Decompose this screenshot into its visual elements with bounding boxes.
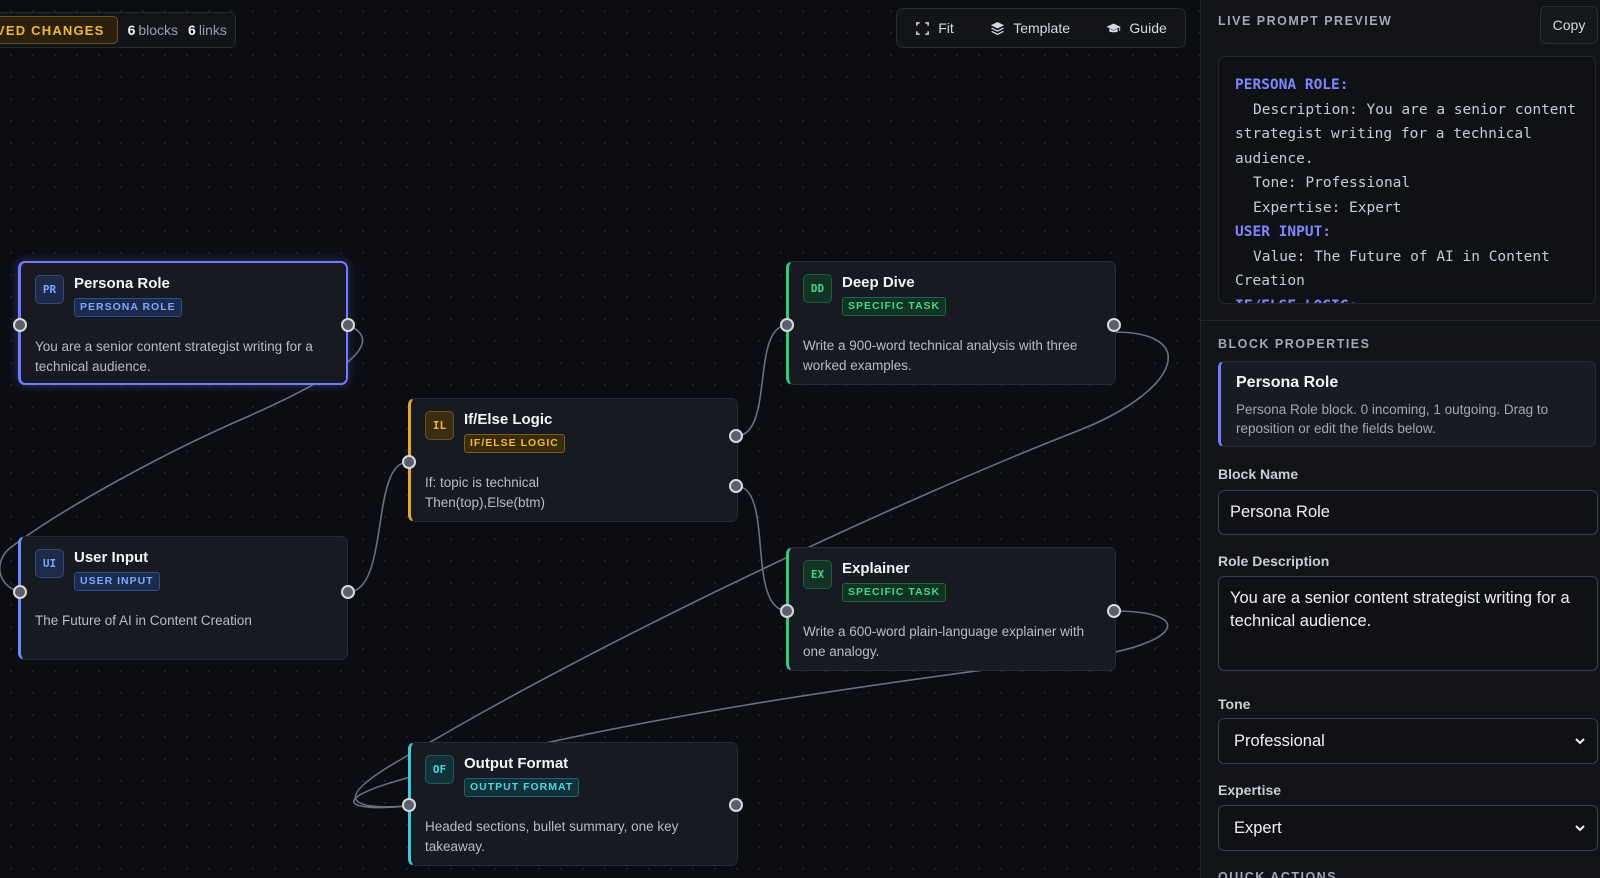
node-abbr-badge: EX (803, 560, 832, 589)
persona-input-port[interactable] (13, 318, 27, 332)
preview-user-value: Value: The Future of AI in Content Creat… (1235, 248, 1550, 290)
tone-label: Tone (1218, 696, 1251, 712)
node-description: Write a 600-word plain-language explaine… (803, 624, 1085, 659)
quick-actions-title: QUICK ACTIONS (1218, 870, 1338, 878)
branch-line: Then(top),Else(btm) (425, 495, 546, 510)
graduation-cap-icon (1106, 23, 1122, 32)
node-title: Deep Dive (842, 274, 915, 291)
links-count: 6 links (188, 22, 227, 38)
live-prompt-preview-title: LIVE PROMPT PREVIEW (1218, 14, 1393, 28)
selected-block-info: Persona Role Persona Role block. 0 incom… (1218, 361, 1596, 447)
right-panel: LIVE PROMPT PREVIEW PERSONA ROLE: Descri… (1200, 0, 1600, 878)
user-input-input-port[interactable] (13, 585, 27, 599)
guide-button[interactable]: Guide (1106, 20, 1167, 36)
node-abbr-badge: UI (35, 549, 64, 578)
node-title: User Input (74, 549, 149, 566)
fit-label: Fit (938, 20, 954, 36)
chevron-down-icon (1575, 738, 1585, 745)
chevron-down-icon (1575, 825, 1585, 832)
wire-user-to-ifelse (347, 461, 409, 593)
node-user-input[interactable]: UI User Input USER INPUT The Future of A… (18, 536, 348, 660)
tone-select[interactable]: Professional (1218, 718, 1598, 764)
blocks-count: 6 blocks (127, 22, 179, 38)
node-type-tag: USER INPUT (74, 572, 160, 591)
copy-button[interactable]: Copy (1540, 6, 1598, 44)
deepdive-input-port[interactable] (780, 318, 794, 332)
preview-persona-tone: Tone: Professional (1253, 175, 1411, 191)
unsaved-changes-badge[interactable]: VED CHANGES (0, 16, 118, 44)
node-title: Persona Role (74, 275, 170, 292)
wire-ifelse-to-deepdive (735, 324, 789, 437)
node-deep-dive[interactable]: DD Deep Dive SPECIFIC TASK Write a 900-w… (786, 261, 1116, 385)
layers-icon (991, 21, 1005, 35)
output-input-port[interactable] (402, 798, 416, 812)
output-output-port[interactable] (729, 798, 743, 812)
node-output-format[interactable]: OF Output Format OUTPUT FORMAT Headed se… (408, 742, 738, 866)
preview-persona-key: PERSONA ROLE: (1235, 77, 1349, 93)
fit-button[interactable]: Fit (915, 20, 954, 36)
prompt-preview-box[interactable]: PERSONA ROLE: Description: You are a sen… (1218, 56, 1596, 304)
node-description: The Future of AI in Content Creation (35, 613, 252, 628)
template-label: Template (1013, 20, 1070, 36)
explainer-input-port[interactable] (780, 604, 794, 618)
node-explainer[interactable]: EX Explainer SPECIFIC TASK Write a 600-w… (786, 547, 1116, 671)
node-type-tag: SPECIFIC TASK (842, 297, 947, 316)
node-if-else-logic[interactable]: IL If/Else Logic IF/ELSE LOGIC If: topic… (408, 398, 738, 522)
preview-user-key: USER INPUT: (1235, 224, 1332, 240)
tone-selected-value: Professional (1234, 731, 1325, 750)
node-title: If/Else Logic (464, 411, 553, 428)
block-properties-title: BLOCK PROPERTIES (1218, 337, 1371, 351)
flow-canvas[interactable]: VED CHANGES 6 blocks 6 links Fit Template (0, 0, 1200, 878)
template-button[interactable]: Template (990, 20, 1070, 36)
ifelse-then-port[interactable] (729, 429, 743, 443)
explainer-output-port[interactable] (1107, 604, 1121, 618)
node-type-tag: IF/ELSE LOGIC (464, 434, 565, 453)
node-type-tag: PERSONA ROLE (74, 298, 182, 317)
role-description-label: Role Description (1218, 553, 1330, 569)
ifelse-else-port[interactable] (729, 479, 743, 493)
node-abbr-badge: DD (803, 274, 832, 303)
node-abbr-badge: IL (425, 411, 454, 440)
node-title: Explainer (842, 560, 910, 577)
preview-persona-desc: Description: You are a senior content st… (1235, 101, 1577, 167)
node-abbr-badge: PR (35, 275, 64, 304)
block-name-input[interactable] (1218, 490, 1598, 535)
wire-ifelse-to-explainer (735, 485, 789, 612)
preview-persona-expertise: Expertise: Expert (1253, 199, 1402, 216)
expertise-selected-value: Expert (1234, 818, 1282, 837)
expertise-label: Expertise (1218, 782, 1282, 798)
node-type-tag: OUTPUT FORMAT (464, 778, 580, 797)
guide-label: Guide (1129, 20, 1167, 36)
node-description: Headed sections, bullet summary, one key… (425, 819, 679, 854)
canvas-toolbar: Fit Template Guide (896, 8, 1186, 48)
canvas-status-bar: VED CHANGES 6 blocks 6 links (0, 12, 236, 48)
panel-divider (1201, 320, 1600, 321)
node-description: You are a senior content strategist writ… (35, 339, 313, 374)
node-type-tag: SPECIFIC TASK (842, 583, 947, 602)
node-description: Write a 900-word technical analysis with… (803, 338, 1078, 373)
role-description-textarea[interactable]: You are a senior content strategist writ… (1218, 576, 1598, 671)
info-title: Persona Role (1236, 374, 1339, 391)
fit-view-icon (916, 21, 930, 35)
block-name-label: Block Name (1218, 466, 1299, 482)
node-persona-role[interactable]: PR Persona Role PERSONA ROLE You are a s… (18, 261, 348, 385)
user-input-output-port[interactable] (341, 585, 355, 599)
condition-line: If: topic is technical (425, 475, 540, 490)
preview-ifelse-key: IF/ELSE LOGIC: (1235, 294, 1579, 304)
node-title: Output Format (464, 755, 569, 772)
ifelse-input-port[interactable] (402, 455, 416, 469)
node-description: If: topic is technical Then(top),Else(bt… (425, 473, 730, 513)
deepdive-output-port[interactable] (1107, 318, 1121, 332)
expertise-select[interactable]: Expert (1218, 805, 1598, 851)
persona-output-port[interactable] (341, 318, 355, 332)
info-text: Persona Role block. 0 incoming, 1 outgoi… (1236, 402, 1549, 436)
node-abbr-badge: OF (425, 755, 454, 784)
